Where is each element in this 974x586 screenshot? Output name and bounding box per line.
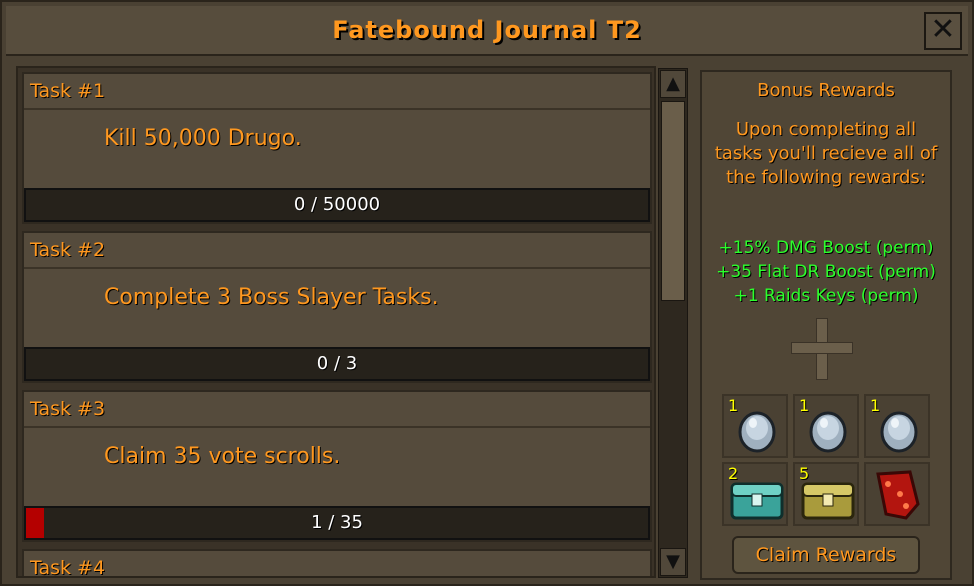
rewards-description: Upon completing all tasks you'll recieve… [714,119,938,188]
scroll-down-button[interactable]: ▼ [660,548,686,576]
perm-reward: +35 Flat DR Boost (perm) [716,262,936,282]
progress-bar: 1 / 35 [24,506,650,540]
item-count: 1 [870,396,881,415]
item-count: 1 [799,396,810,415]
task-description: Claim 35 vote scrolls. [104,444,341,469]
item-count: 1 [728,396,739,415]
journal-window: Fatebound Journal T2 ✕ Task #1 Kill 50,0… [0,0,974,586]
scroll-up-button[interactable]: ▲ [660,70,686,98]
bonus-rewards-panel: Bonus Rewards Upon completing all tasks … [700,70,952,580]
arrow-down-icon: ▼ [666,551,680,572]
task-header: Task #2 [24,233,650,269]
item-count: 5 [799,464,810,483]
progress-text: 0 / 50000 [293,194,381,215]
task-header: Task #4 [24,551,650,576]
reward-slot[interactable]: 1 [864,394,930,458]
progress-bar: 0 / 3 [24,347,650,381]
task-scrollbar[interactable]: ▲ ▼ [658,68,688,578]
progress-text: 0 / 3 [316,353,358,374]
reward-slot[interactable] [864,462,930,526]
reward-slot[interactable]: 5 [793,462,859,526]
task-description: Complete 3 Boss Slayer Tasks. [104,285,439,310]
close-icon: ✕ [930,12,956,47]
task-header: Task #3 [24,392,650,428]
task-description: Kill 50,000 Drugo. [104,126,302,151]
reward-slot[interactable]: 1 [722,394,788,458]
perm-reward: +15% DMG Boost (perm) [718,238,934,258]
task-list: Task #1 Kill 50,000 Drugo. 0 / 50000 Tas… [16,66,656,578]
task-card: Task #3 Claim 35 vote scrolls. 1 / 35 [22,390,652,542]
task-card: Task #2 Complete 3 Boss Slayer Tasks. 0 … [22,231,652,383]
progress-text: 1 / 35 [311,512,363,533]
reward-slot[interactable]: 2 [722,462,788,526]
rewards-title: Bonus Rewards [757,80,895,101]
window-title: Fatebound Journal T2 [332,16,642,44]
reward-slot[interactable]: 1 [793,394,859,458]
perm-rewards-list: +15% DMG Boost (perm) +35 Flat DR Boost … [702,236,950,308]
title-bar: Fatebound Journal T2 ✕ [6,6,968,56]
progress-bar: 0 / 50000 [24,188,650,222]
task-card: Task #4 [22,549,652,576]
perm-reward: +1 Raids Keys (perm) [733,286,919,306]
task-header: Task #1 [24,74,650,110]
scroll-thumb[interactable] [661,101,685,301]
item-count: 2 [728,464,739,483]
close-button[interactable]: ✕ [924,12,962,50]
claim-rewards-button[interactable]: Claim Rewards [732,536,920,574]
arrow-up-icon: ▲ [666,73,680,94]
task-card: Task #1 Kill 50,000 Drugo. 0 / 50000 [22,72,652,224]
red-scroll-icon [876,470,920,520]
